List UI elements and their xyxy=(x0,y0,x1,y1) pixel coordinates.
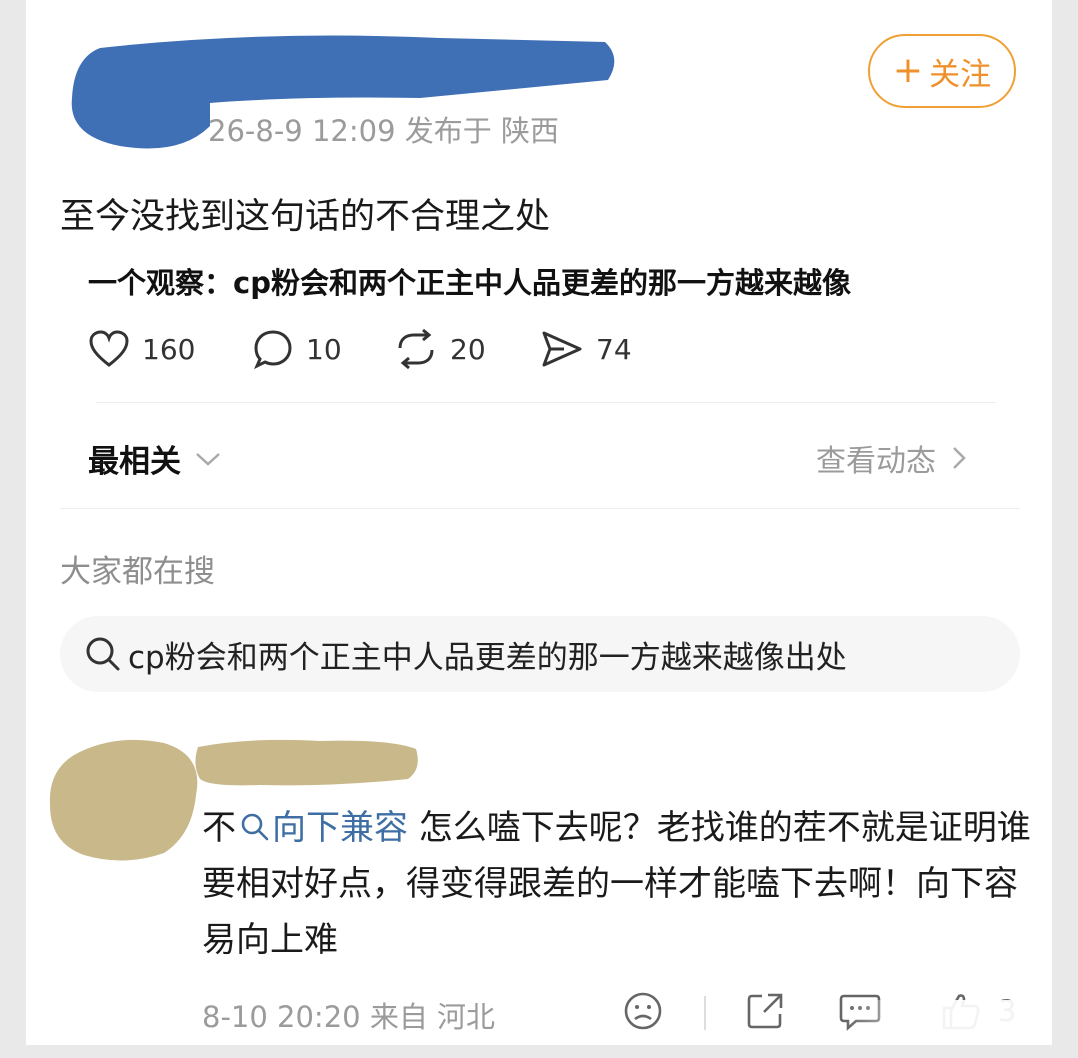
follow-button[interactable]: + 关注 xyxy=(868,34,1016,108)
plus-icon: + xyxy=(892,50,924,91)
repost-action[interactable]: 20 xyxy=(394,327,486,371)
comment-action[interactable]: 10 xyxy=(252,327,342,371)
like-action[interactable]: 160 xyxy=(88,327,195,371)
share-icon xyxy=(542,331,582,367)
divider xyxy=(60,508,1020,509)
search-query: cp粉会和两个正主中人品更差的那一方越来越像出处 xyxy=(128,639,847,676)
comment-text-start: 不 xyxy=(202,808,236,848)
avatar[interactable] xyxy=(44,735,209,865)
heart-icon xyxy=(89,330,129,367)
comment-text: 不向下兼容 怎么嗑下去呢？老找谁的茬不就是证明谁要相对好点，得变得跟差的一样才能… xyxy=(202,800,1032,968)
search-icon xyxy=(86,637,120,671)
search-suggestion[interactable]: cp粉会和两个正主中人品更差的那一方越来越像出处 xyxy=(60,616,1020,692)
post-meta: 26-8-9 12:09 发布于 陕西 xyxy=(208,114,559,148)
chevron-right-icon xyxy=(953,447,966,469)
keyword-link-text: 向下兼容 xyxy=(272,808,408,848)
share-box-icon[interactable] xyxy=(744,990,786,1032)
share-count: 74 xyxy=(596,332,632,366)
view-activity-link[interactable]: 查看动态 xyxy=(816,436,966,480)
comment-bubble-icon xyxy=(254,330,292,370)
like-count: 160 xyxy=(142,332,196,366)
follow-label: 关注 xyxy=(929,56,992,93)
watermark-fade xyxy=(846,1000,1052,1045)
divider xyxy=(96,402,996,403)
comment-meta: 8-10 20:20 来自 河北 xyxy=(202,1000,496,1034)
sad-face-icon[interactable] xyxy=(622,990,664,1032)
divider xyxy=(704,996,706,1030)
comment-count: 10 xyxy=(306,332,342,366)
sort-label: 最相关 xyxy=(88,444,181,480)
repost-count: 20 xyxy=(450,332,486,366)
search-icon xyxy=(241,813,269,841)
share-action[interactable]: 74 xyxy=(540,327,632,371)
keyword-search-link[interactable]: 向下兼容 xyxy=(236,808,408,848)
redacted-commenter-name xyxy=(195,739,418,786)
sort-dropdown[interactable]: 最相关 xyxy=(88,436,221,481)
view-activity-label: 查看动态 xyxy=(816,444,936,479)
post-text: 至今没找到这句话的不合理之处 xyxy=(60,197,551,237)
section-title: 大家都在搜 xyxy=(60,554,215,590)
repost-icon xyxy=(398,328,434,370)
chevron-down-icon xyxy=(196,452,220,466)
quoted-text: 一个观察：cp粉会和两个正主中人品更差的那一方越来越像 xyxy=(88,266,851,300)
post-card: 26-8-9 12:09 发布于 陕西 + 关注 至今没找到这句话的不合理之处 … xyxy=(26,0,1052,1045)
